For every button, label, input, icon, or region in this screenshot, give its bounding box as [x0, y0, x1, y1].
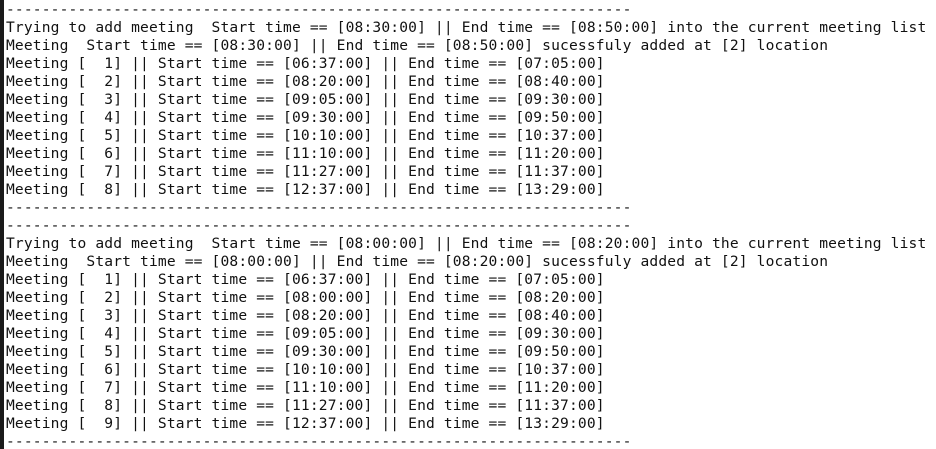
add-result-line: Meeting Start time == [08:00:00] || End … [6, 253, 829, 270]
separator-line: ----------------------------------------… [6, 199, 632, 216]
window-left-edge [0, 0, 4, 449]
meeting-list-item: Meeting [ 2] || Start time == [08:20:00]… [6, 73, 605, 90]
console-output[interactable]: ----------------------------------------… [0, 0, 936, 449]
meeting-list-item: Meeting [ 5] || Start time == [10:10:00]… [6, 127, 605, 144]
meeting-list-item: Meeting [ 7] || Start time == [11:27:00]… [6, 163, 605, 180]
separator-line: ----------------------------------------… [6, 433, 632, 449]
meeting-list-item: Meeting [ 5] || Start time == [09:30:00]… [6, 343, 605, 360]
add-attempt-line: Trying to add meeting Start time == [08:… [6, 235, 927, 252]
meeting-list-item: Meeting [ 4] || Start time == [09:30:00]… [6, 109, 605, 126]
meeting-list-item: Meeting [ 1] || Start time == [06:37:00]… [6, 55, 605, 72]
meeting-list-item: Meeting [ 8] || Start time == [11:27:00]… [6, 397, 605, 414]
meeting-list-item: Meeting [ 6] || Start time == [10:10:00]… [6, 361, 605, 378]
meeting-list-item: Meeting [ 4] || Start time == [09:05:00]… [6, 325, 605, 342]
console-lines: ----------------------------------------… [6, 1, 926, 449]
add-attempt-line: Trying to add meeting Start time == [08:… [6, 19, 927, 36]
meeting-list-item: Meeting [ 3] || Start time == [08:20:00]… [6, 307, 605, 324]
meeting-list-item: Meeting [ 8] || Start time == [12:37:00]… [6, 181, 605, 198]
meeting-list-item: Meeting [ 6] || Start time == [11:10:00]… [6, 145, 605, 162]
meeting-list-item: Meeting [ 9] || Start time == [12:37:00]… [6, 415, 605, 432]
separator-line: ----------------------------------------… [6, 217, 632, 234]
separator-line: ----------------------------------------… [6, 1, 632, 18]
add-result-line: Meeting Start time == [08:30:00] || End … [6, 37, 829, 54]
meeting-list-item: Meeting [ 7] || Start time == [11:10:00]… [6, 379, 605, 396]
meeting-list-item: Meeting [ 1] || Start time == [06:37:00]… [6, 271, 605, 288]
meeting-list-item: Meeting [ 3] || Start time == [09:05:00]… [6, 91, 605, 108]
meeting-list-item: Meeting [ 2] || Start time == [08:00:00]… [6, 289, 605, 306]
